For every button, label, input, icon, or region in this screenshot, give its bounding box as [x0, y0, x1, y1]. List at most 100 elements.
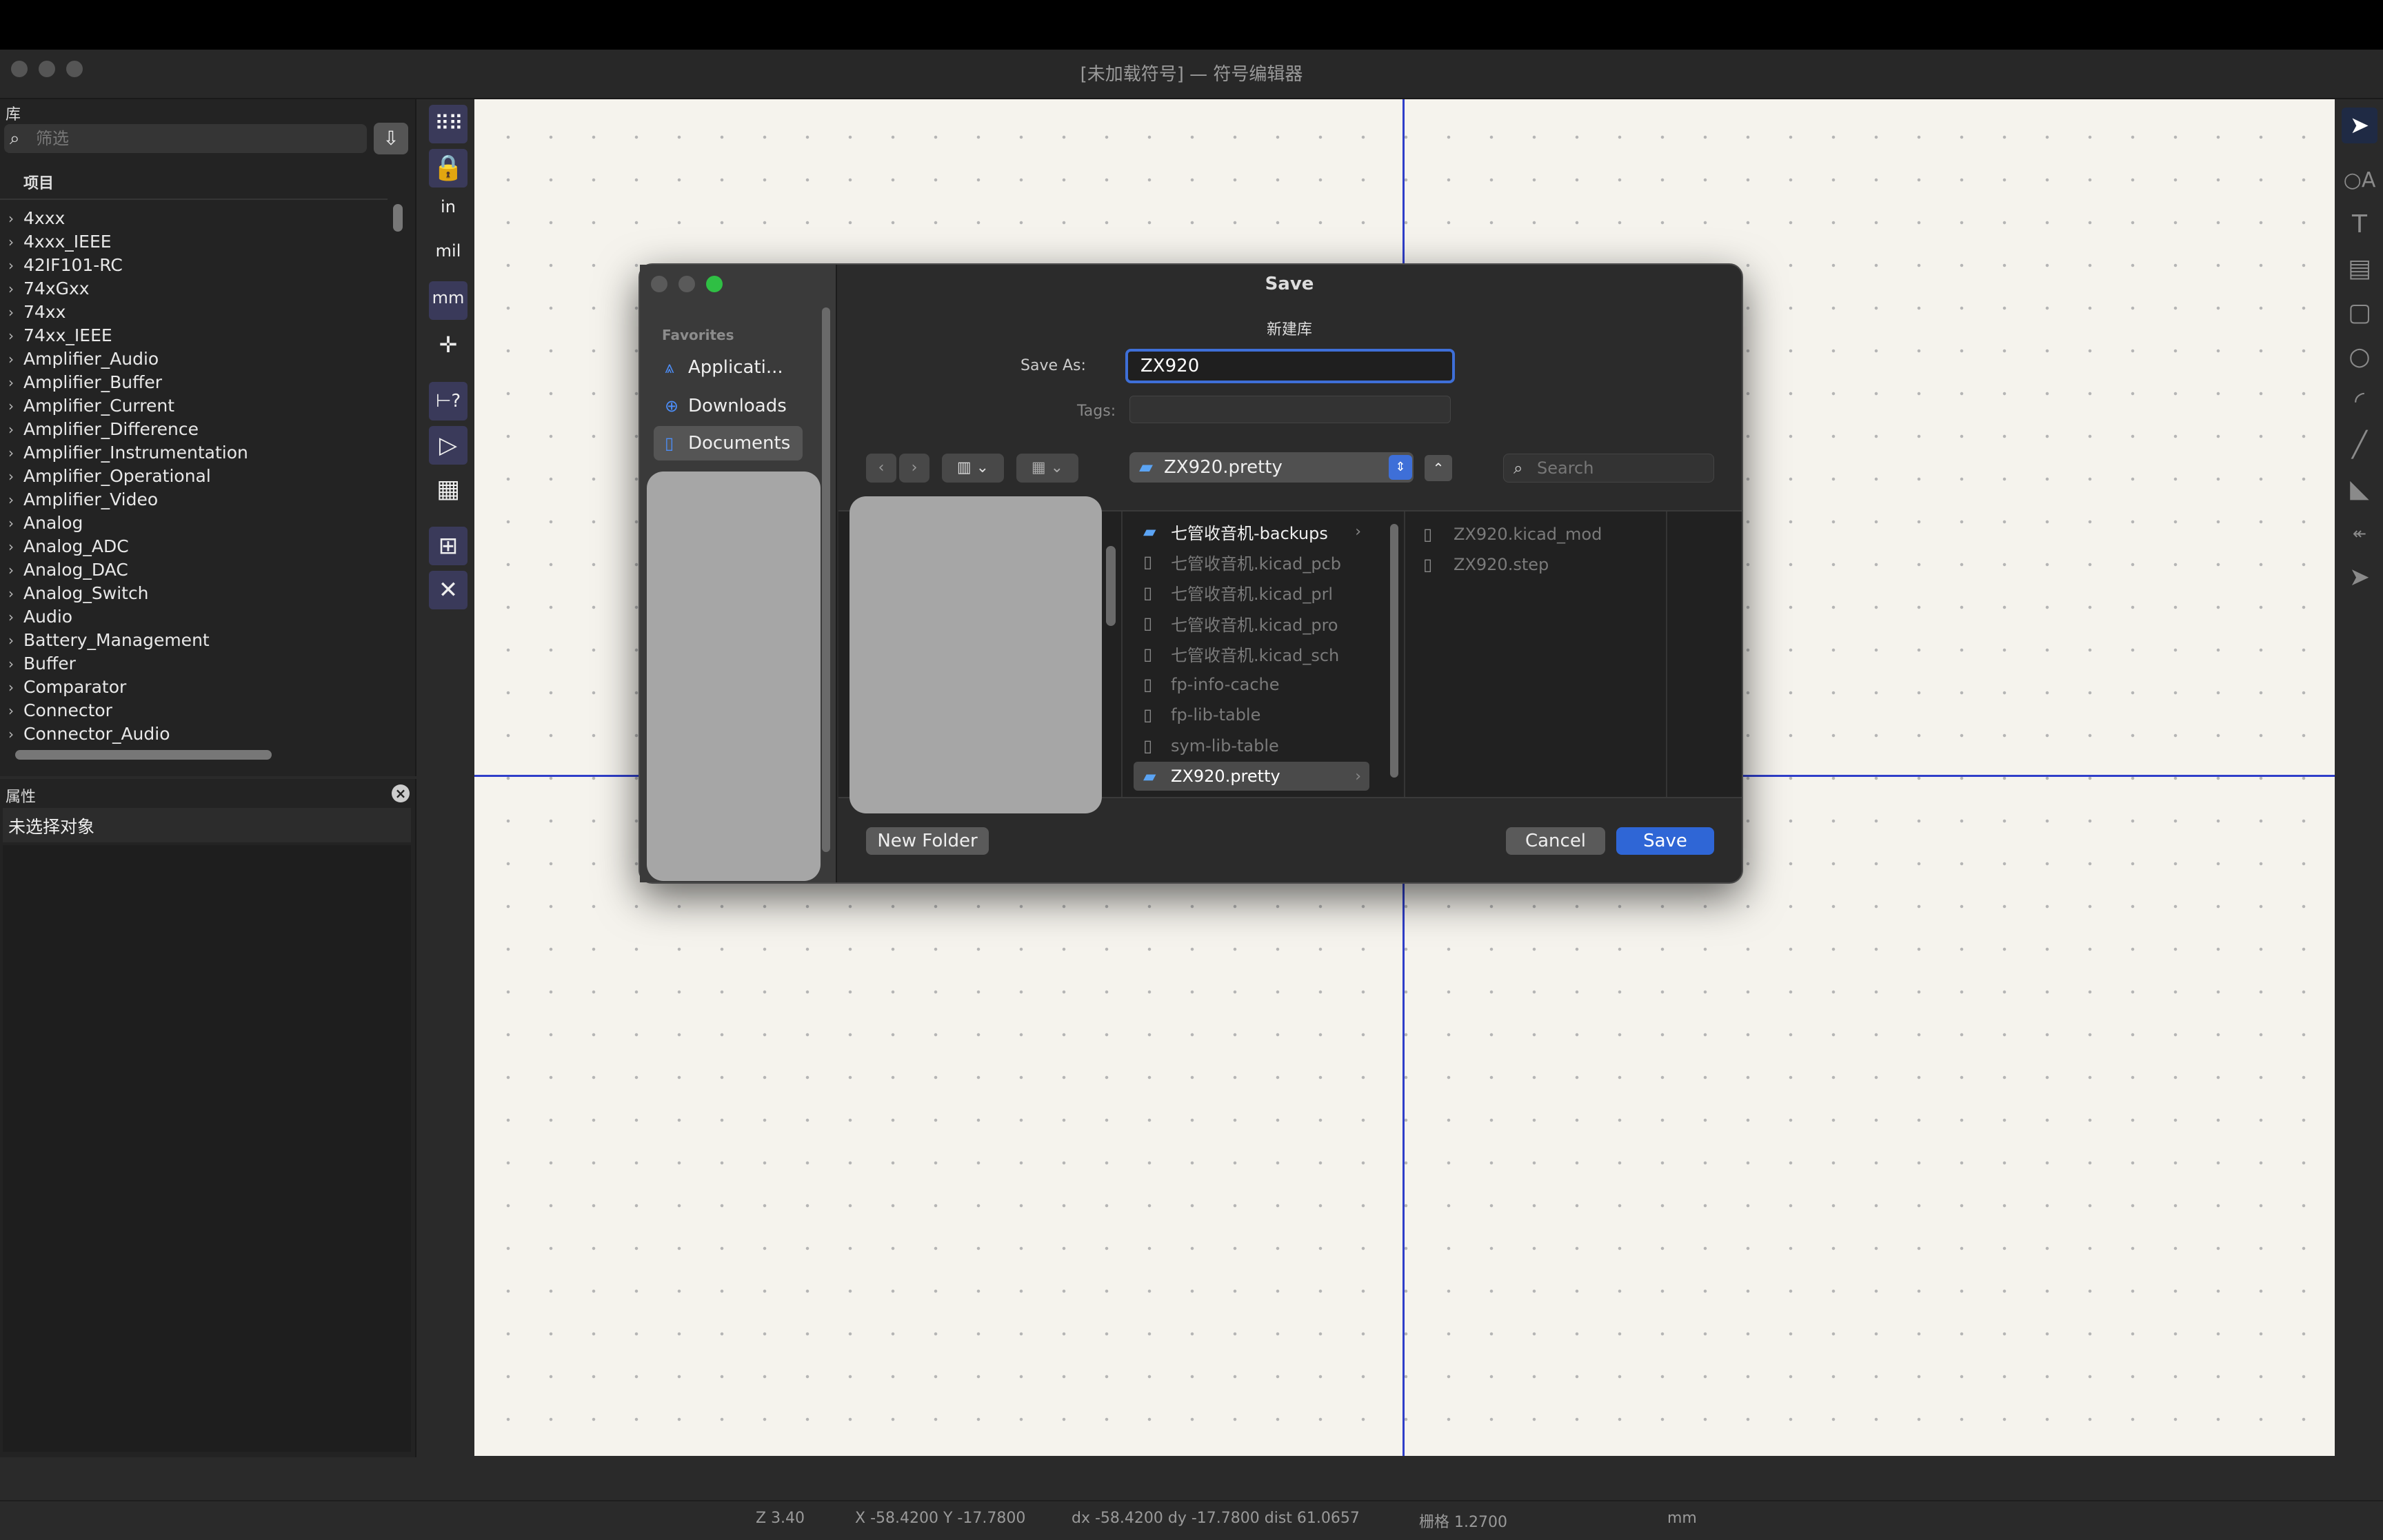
- chevron-right-icon[interactable]: ›: [8, 652, 23, 676]
- favorite-documents[interactable]: ▯ Documents: [654, 426, 803, 460]
- select-tool-button[interactable]: ➤: [2342, 108, 2377, 143]
- file-row[interactable]: ▯ ZX920.kicad_mod: [1423, 520, 1658, 549]
- dialog-close-button[interactable]: [651, 276, 667, 292]
- library-tree-item[interactable]: › 74xx: [8, 301, 381, 324]
- chevron-right-icon[interactable]: ›: [8, 676, 23, 699]
- column-header-items[interactable]: 项目: [23, 171, 54, 193]
- favorite-applications[interactable]: ⩓ Applicati...: [654, 350, 803, 385]
- library-tree-item[interactable]: › Amplifier_Buffer: [8, 371, 381, 394]
- add-polygon-button[interactable]: ◣: [2342, 472, 2377, 507]
- library-tree-item[interactable]: › Battery_Management: [8, 629, 381, 652]
- add-textbox-button[interactable]: ▤: [2342, 251, 2377, 287]
- cancel-button[interactable]: Cancel: [1506, 827, 1605, 855]
- favorite-downloads[interactable]: ⊕ Downloads: [654, 389, 803, 423]
- chevron-right-icon[interactable]: ›: [8, 394, 23, 418]
- library-tree-item[interactable]: › Analog_Switch: [8, 582, 381, 605]
- save-as-input[interactable]: [1125, 349, 1455, 383]
- add-rectangle-button[interactable]: ▢: [2342, 295, 2377, 331]
- library-vertical-scrollbar[interactable]: [393, 204, 403, 232]
- save-button[interactable]: Save: [1616, 827, 1714, 855]
- grid-overrides-button[interactable]: 🔒: [429, 149, 467, 188]
- chevron-right-icon[interactable]: ›: [8, 722, 23, 744]
- library-horizontal-scrollbar[interactable]: [15, 750, 272, 760]
- search-input[interactable]: [1537, 458, 1702, 478]
- chevron-right-icon[interactable]: ›: [8, 347, 23, 371]
- chevron-right-icon[interactable]: ›: [8, 301, 23, 324]
- library-tree-item[interactable]: › 4xxx_IEEE: [8, 230, 381, 254]
- add-pin-button[interactable]: ○A: [2342, 163, 2377, 199]
- library-tree-item[interactable]: › Analog_DAC: [8, 558, 381, 582]
- grid-toggle-button[interactable]: ⠿⠿: [429, 105, 467, 143]
- library-tree-item[interactable]: › 4xxx: [8, 207, 381, 230]
- delete-tool-button[interactable]: ➤: [2342, 560, 2377, 596]
- library-tree-item[interactable]: › Connector: [8, 699, 381, 722]
- mm-units-button[interactable]: mm: [429, 281, 467, 320]
- location-popup[interactable]: ▰ ZX920.pretty: [1129, 452, 1414, 483]
- library-tree-item[interactable]: › Amplifier_Video: [8, 488, 381, 511]
- library-tree-item[interactable]: › 74xGxx: [8, 277, 381, 301]
- chevron-right-icon[interactable]: ›: [8, 629, 23, 652]
- set-anchor-button[interactable]: ↞: [2342, 516, 2377, 551]
- show-pin-electrical-type-button[interactable]: ⊢?: [429, 382, 467, 421]
- chevron-right-icon[interactable]: ›: [8, 254, 23, 277]
- library-tree-item[interactable]: › Amplifier_Operational: [8, 465, 381, 488]
- file-row[interactable]: ▯ fp-lib-table: [1134, 700, 1369, 729]
- library-tree-item[interactable]: › Amplifier_Difference: [8, 418, 381, 441]
- library-tree-item[interactable]: › Analog_ADC: [8, 535, 381, 558]
- add-text-button[interactable]: T: [2342, 207, 2377, 243]
- tags-input[interactable]: [1129, 396, 1451, 423]
- forward-button[interactable]: ›: [899, 454, 929, 483]
- add-arc-button[interactable]: ◜: [2342, 383, 2377, 419]
- dialog-minimize-button[interactable]: [678, 276, 695, 292]
- back-button[interactable]: ‹: [866, 454, 896, 483]
- collapse-button[interactable]: ⌃: [1425, 455, 1452, 481]
- chevron-right-icon[interactable]: ›: [8, 207, 23, 230]
- file-row[interactable]: ▯ 七管收音机.kicad_prl: [1134, 578, 1369, 607]
- column1-scrollbar[interactable]: [1106, 546, 1116, 626]
- chevron-right-icon[interactable]: ›: [8, 441, 23, 465]
- file-row[interactable]: ▯ 七管收音机.kicad_pcb: [1134, 547, 1369, 576]
- file-row[interactable]: ▯ 七管收音机.kicad_pro: [1134, 609, 1369, 638]
- file-row[interactable]: ▯ sym-lib-table: [1134, 731, 1369, 760]
- library-tree-item[interactable]: › Comparator: [8, 676, 381, 699]
- chevron-right-icon[interactable]: ›: [8, 371, 23, 394]
- show-properties-button[interactable]: ✕: [429, 571, 467, 609]
- library-tree-item[interactable]: › 42IF101-RC: [8, 254, 381, 277]
- chevron-right-icon[interactable]: ›: [8, 324, 23, 347]
- sidebar-scrollbar[interactable]: [822, 307, 830, 852]
- chevron-right-icon[interactable]: ›: [8, 535, 23, 558]
- show-hidden-pins-button[interactable]: ▷: [429, 426, 467, 465]
- chevron-right-icon[interactable]: ›: [8, 511, 23, 535]
- chevron-right-icon[interactable]: ›: [8, 277, 23, 301]
- file-row[interactable]: ▯ ZX920.step: [1423, 550, 1658, 579]
- file-row[interactable]: ▯ fp-info-cache: [1134, 670, 1369, 699]
- chevron-right-icon[interactable]: ›: [8, 582, 23, 605]
- column-separator[interactable]: [1666, 511, 1667, 797]
- chevron-right-icon[interactable]: ›: [8, 699, 23, 722]
- library-tree-item[interactable]: › Analog: [8, 511, 381, 535]
- new-folder-button[interactable]: New Folder: [866, 827, 989, 855]
- location-popup-arrows[interactable]: ⇕: [1389, 455, 1412, 480]
- column2-scrollbar[interactable]: [1390, 524, 1398, 778]
- chevron-right-icon[interactable]: ›: [8, 230, 23, 254]
- chevron-right-icon[interactable]: ›: [8, 418, 23, 441]
- folder-row[interactable]: ▰ ZX920.pretty ›: [1134, 762, 1369, 791]
- file-row[interactable]: ▯ 七管收音机.kicad_sch: [1134, 640, 1369, 669]
- library-tree-item[interactable]: › Buffer: [8, 652, 381, 676]
- library-filter-input[interactable]: [36, 126, 360, 151]
- library-tree-item[interactable]: › Audio: [8, 605, 381, 629]
- add-line-button[interactable]: ╱: [2342, 427, 2377, 463]
- column-separator[interactable]: [1404, 511, 1405, 797]
- dialog-zoom-button[interactable]: [706, 276, 723, 292]
- library-tree-item[interactable]: › 74xx_IEEE: [8, 324, 381, 347]
- library-tree-item[interactable]: › Amplifier_Audio: [8, 347, 381, 371]
- view-mode-button[interactable]: ▥ ⌄: [942, 454, 1004, 483]
- mil-units-button[interactable]: mil: [429, 237, 467, 276]
- inch-units-button[interactable]: in: [429, 193, 467, 232]
- show-libraries-tree-button[interactable]: ⊞: [429, 527, 467, 565]
- library-tree-item[interactable]: › Connector_Audio: [8, 722, 381, 744]
- close-properties-button[interactable]: ×: [392, 784, 410, 802]
- folder-row[interactable]: ▰ 七管收音机-backups ›: [1134, 517, 1369, 546]
- column-separator[interactable]: [1121, 511, 1123, 797]
- pin-table-button[interactable]: ▦: [429, 470, 467, 509]
